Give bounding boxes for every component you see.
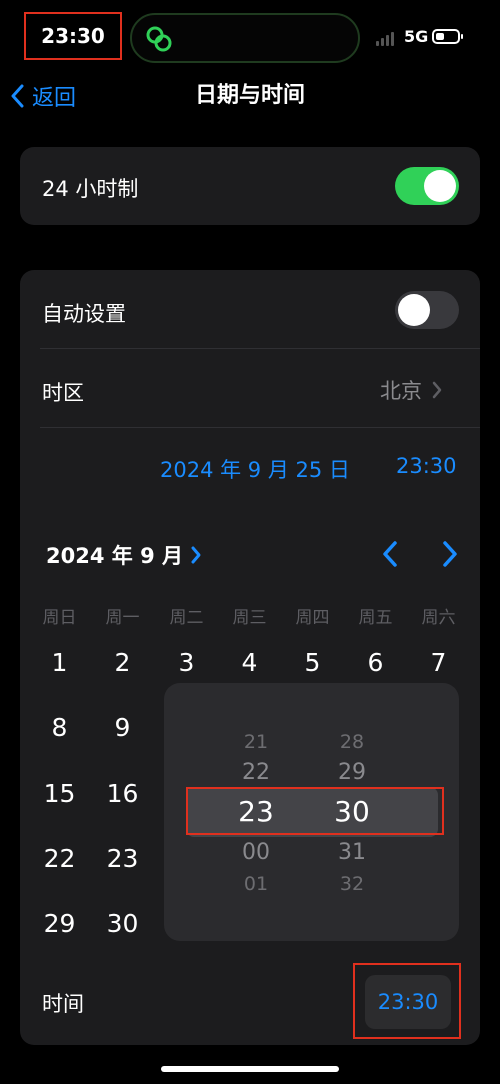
next-month-button[interactable] <box>438 540 462 568</box>
battery-icon <box>432 29 463 44</box>
calendar-day[interactable]: 6 <box>344 648 407 677</box>
hour-option[interactable]: 01 <box>216 873 296 895</box>
weekday-label: 周一 <box>105 608 140 628</box>
picker-selection-outline <box>186 787 444 835</box>
calendar-day[interactable]: 15 <box>28 779 91 808</box>
auto-toggle[interactable] <box>395 291 459 329</box>
calendar-day[interactable]: 2 <box>91 648 154 677</box>
calendar-day[interactable]: 8 <box>28 713 91 742</box>
chevron-right-icon <box>432 381 442 399</box>
h24-card: 24 小时制 <box>20 147 480 225</box>
hour-option[interactable]: 22 <box>216 760 296 785</box>
minute-option[interactable]: 32 <box>312 873 392 895</box>
calendar-day[interactable]: 1 <box>28 648 91 677</box>
weekday-label: 周二 <box>169 608 204 628</box>
calendar-day[interactable]: 7 <box>407 648 470 677</box>
h24-toggle[interactable] <box>395 167 459 205</box>
minute-option[interactable]: 29 <box>312 760 392 785</box>
calendar-day[interactable]: 5 <box>281 648 344 677</box>
weekday-label: 周五 <box>358 608 393 628</box>
chevron-left-icon <box>11 84 24 108</box>
calendar-day[interactable]: 29 <box>28 909 91 938</box>
weekday-label: 周四 <box>295 608 330 628</box>
calendar-day[interactable]: 9 <box>91 713 154 742</box>
chevron-right-icon <box>191 546 201 564</box>
calendar-day[interactable]: 4 <box>218 648 281 677</box>
selected-date[interactable]: 2024 年 9 月 25 日 <box>160 454 350 484</box>
weekday-label: 周六 <box>421 608 456 628</box>
month-label: 2024 年 9 月 <box>46 544 183 568</box>
time-value-button[interactable]: 23:30 <box>365 975 451 1029</box>
dynamic-island[interactable] <box>130 13 360 63</box>
signal-icon <box>376 30 398 46</box>
time-label: 时间 <box>42 992 84 1016</box>
status-time: 23:30 <box>24 12 122 60</box>
network-type: 5G <box>404 27 429 46</box>
calendar-day[interactable]: 30 <box>91 909 154 938</box>
prev-month-button[interactable] <box>378 540 402 568</box>
minute-option[interactable]: 31 <box>312 840 392 865</box>
home-indicator[interactable] <box>161 1066 339 1072</box>
timezone-row[interactable]: 北京 <box>380 375 444 405</box>
auto-label: 自动设置 <box>42 302 126 326</box>
hour-option[interactable]: 00 <box>216 840 296 865</box>
minute-option[interactable]: 28 <box>312 731 392 753</box>
weekday-label: 周日 <box>42 608 77 628</box>
hour-option[interactable]: 21 <box>216 731 296 753</box>
calendar-day[interactable]: 3 <box>155 648 218 677</box>
calendar-day[interactable]: 16 <box>91 779 154 808</box>
calendar-day[interactable]: 22 <box>28 844 91 873</box>
back-button[interactable]: 返回 <box>10 78 76 114</box>
timezone-label: 时区 <box>42 381 84 405</box>
back-label: 返回 <box>32 86 77 111</box>
calendar-day[interactable]: 23 <box>91 844 154 873</box>
link-icon <box>146 26 172 52</box>
timezone-value: 北京 <box>380 379 422 403</box>
weekday-label: 周三 <box>232 608 267 628</box>
h24-label: 24 小时制 <box>42 177 139 201</box>
month-selector[interactable]: 2024 年 9 月 <box>46 540 203 570</box>
time-button-outline: 23:30 <box>353 963 461 1039</box>
selected-time[interactable]: 23:30 <box>396 454 457 478</box>
